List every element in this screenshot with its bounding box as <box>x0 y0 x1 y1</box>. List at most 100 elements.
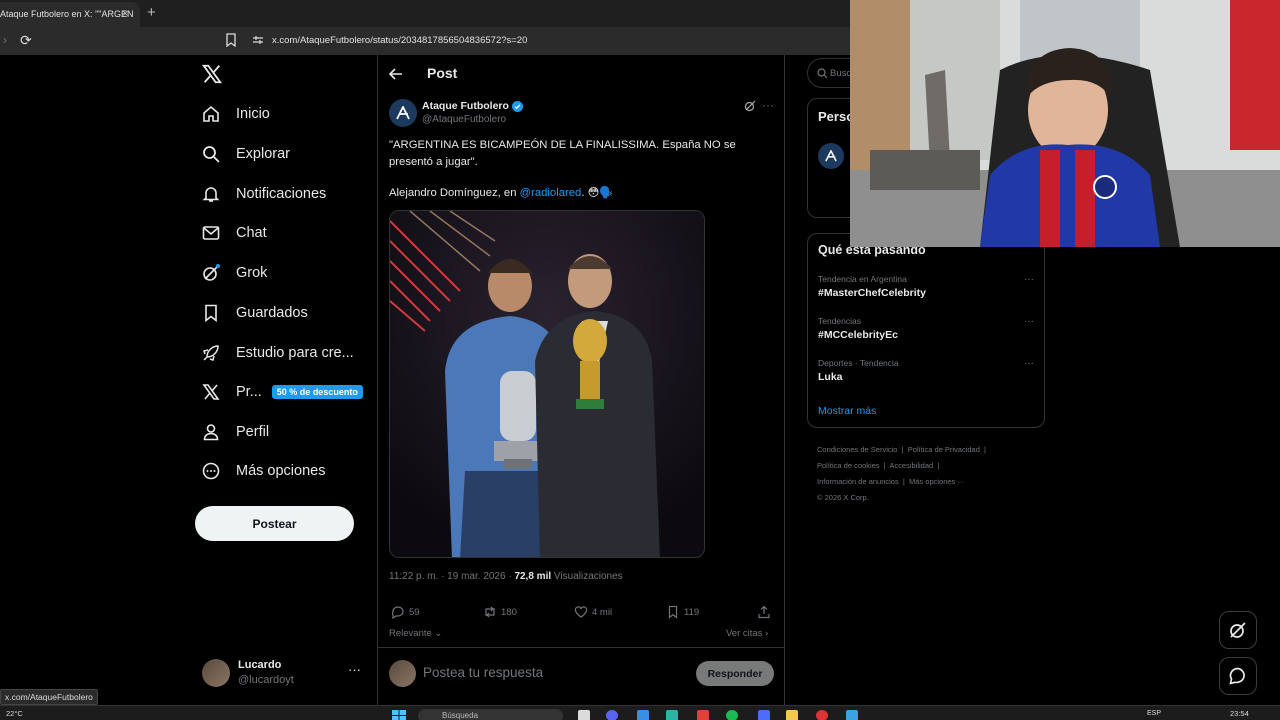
forward-icon[interactable]: › <box>3 33 7 47</box>
spotify-icon[interactable] <box>726 710 738 720</box>
grok-icon <box>203 264 220 281</box>
discord-icon[interactable] <box>606 710 618 720</box>
repost-action[interactable]: 180 <box>483 605 517 619</box>
taskbar-app-icon[interactable] <box>666 710 678 720</box>
sidebar-item-guardados[interactable]: Guardados <box>201 298 308 328</box>
author-handle[interactable]: @AtaqueFutbolero <box>422 114 506 125</box>
taskbar-app-icon[interactable] <box>637 710 649 720</box>
sidebar-item-premium[interactable]: Pr... 50 % de descuento <box>201 377 363 407</box>
mail-icon <box>202 226 220 240</box>
taskbar-app-icon[interactable] <box>697 710 709 720</box>
author-logo-icon <box>396 106 410 120</box>
reply-icon <box>391 606 404 619</box>
account-switcher[interactable]: Lucardo @lucardoyt ··· <box>202 657 368 689</box>
messages-float-button[interactable] <box>1219 657 1257 695</box>
windows-start-icon[interactable] <box>392 710 406 720</box>
show-more-link[interactable]: Mostrar más <box>818 405 876 417</box>
weather-widget[interactable]: 22°C <box>6 709 23 718</box>
trend-item[interactable]: Tendencia en Argentina #MasterChefCelebr… <box>818 274 1040 299</box>
sidebar-item-label: Guardados <box>236 305 308 321</box>
reload-icon[interactable]: ⟳ <box>20 32 32 49</box>
share-icon <box>758 605 770 619</box>
trend-name: Luka <box>818 371 843 383</box>
grok-icon[interactable] <box>744 100 756 112</box>
search-placeholder: Busc <box>830 68 852 79</box>
post-button[interactable]: Postear <box>195 506 354 541</box>
sidebar-item-label: Notificaciones <box>236 186 327 202</box>
trend-item[interactable]: Tendencias #MCCelebrityEc ··· <box>818 316 1040 341</box>
trend-context: Tendencia en Argentina <box>818 274 907 284</box>
bookmark-action[interactable]: 119 <box>666 605 699 619</box>
avatar <box>389 660 416 687</box>
browser-tab[interactable]: Ataque Futbolero en X: ""ARGEN × <box>0 2 140 27</box>
taskbar-app-icon[interactable] <box>846 710 858 720</box>
new-tab-button[interactable]: + <box>147 4 156 21</box>
clock[interactable]: 23:54 <box>1230 709 1249 718</box>
language-indicator[interactable]: ESP <box>1147 710 1161 717</box>
reply-button[interactable]: Responder <box>696 661 774 686</box>
footer-link[interactable]: Política de cookies <box>817 461 880 470</box>
trend-item[interactable]: Deportes · Tendencia Luka ··· <box>818 358 1040 383</box>
search-icon <box>203 146 220 163</box>
folder-icon[interactable] <box>786 710 798 720</box>
author-name[interactable]: Ataque Futbolero <box>422 100 523 112</box>
trend-more-icon[interactable]: ··· <box>1024 274 1034 285</box>
grok-icon <box>1230 622 1246 638</box>
sidebar-item-grok[interactable]: Grok <box>201 258 267 288</box>
sidebar-item-mas-opciones[interactable]: Más opciones <box>201 456 325 486</box>
trend-more-icon[interactable]: ··· <box>1024 316 1034 327</box>
bookmark-star-icon[interactable] <box>225 33 237 47</box>
taskbar-search[interactable]: Búsqueda <box>418 709 563 720</box>
footer-link[interactable]: Política de Privacidad <box>908 445 980 454</box>
sort-dropdown[interactable]: Relevante ⌄ <box>389 628 442 639</box>
sidebar-item-inicio[interactable]: Inicio <box>201 99 270 129</box>
trend-more-icon[interactable]: ··· <box>1024 358 1034 369</box>
site-info-icon[interactable] <box>252 34 264 46</box>
reply-input[interactable]: Postea tu respuesta <box>423 665 543 680</box>
post-more-icon[interactable]: ··· <box>762 98 774 112</box>
mention-link[interactable]: @radiolared <box>520 187 582 199</box>
footer-links: Condiciones de Servicio | Política de Pr… <box>817 445 987 502</box>
share-action[interactable] <box>757 605 775 619</box>
post-timestamp[interactable]: 11:22 p. m. · 19 mar. 2026 · <box>389 571 514 582</box>
person-icon <box>203 424 219 441</box>
card-avatar[interactable] <box>818 143 844 169</box>
post-actions: 59 180 4 mil 119 <box>389 605 774 621</box>
rocket-icon <box>203 345 219 361</box>
post-image[interactable] <box>389 210 705 558</box>
post-text-line2: Alejandro Domínguez, en @radiolared. 😳🗣️ <box>389 186 613 199</box>
tab-close-icon[interactable]: × <box>122 8 128 20</box>
footer-link[interactable]: Más opciones ··· <box>909 477 965 486</box>
url-field[interactable]: x.com/AtaqueFutbolero/status/20348178565… <box>272 35 527 46</box>
taskbar-app-icon[interactable] <box>816 710 828 720</box>
copyright: © 2026 X Corp. <box>817 493 869 502</box>
footer-link[interactable]: Condiciones de Servicio <box>817 445 897 454</box>
sort-label: Relevante <box>389 628 432 639</box>
view-quotes-link[interactable]: Ver citas › <box>726 628 768 639</box>
sidebar-item-explorar[interactable]: Explorar <box>201 139 290 169</box>
taskbar-app-icon[interactable] <box>758 710 770 720</box>
sidebar-item-chat[interactable]: Chat <box>201 218 267 248</box>
taskbar-app-icon[interactable] <box>578 710 590 720</box>
footer-link[interactable]: Información de anuncios <box>817 477 899 486</box>
reply-action[interactable]: 59 <box>391 605 420 619</box>
chevron-right-icon: › <box>762 628 769 639</box>
author-avatar[interactable] <box>389 99 417 127</box>
sidebar-item-estudio[interactable]: Estudio para cre... <box>201 338 354 368</box>
bookmark-icon <box>205 304 217 323</box>
sidebar-item-perfil[interactable]: Perfil <box>201 417 269 447</box>
account-more-icon[interactable]: ··· <box>348 662 361 677</box>
footer-link[interactable]: Accesibilidad <box>889 461 933 470</box>
bookmark-count: 119 <box>684 606 700 618</box>
more-circle-icon <box>202 462 220 480</box>
bookmark-icon <box>668 605 678 619</box>
chevron-down-icon: ⌄ <box>431 628 443 639</box>
post-text: "ARGENTINA ES BICAMPEÓN DE LA FINALISSIM… <box>389 139 736 168</box>
like-action[interactable]: 4 mil <box>574 605 612 619</box>
sidebar-item-label: Perfil <box>236 424 270 440</box>
x-logo-icon[interactable] <box>201 63 223 85</box>
back-arrow-icon[interactable] <box>388 66 404 82</box>
sidebar-item-notificaciones[interactable]: Notificaciones <box>201 179 326 209</box>
avatar <box>202 659 230 687</box>
grok-float-button[interactable] <box>1219 611 1257 649</box>
